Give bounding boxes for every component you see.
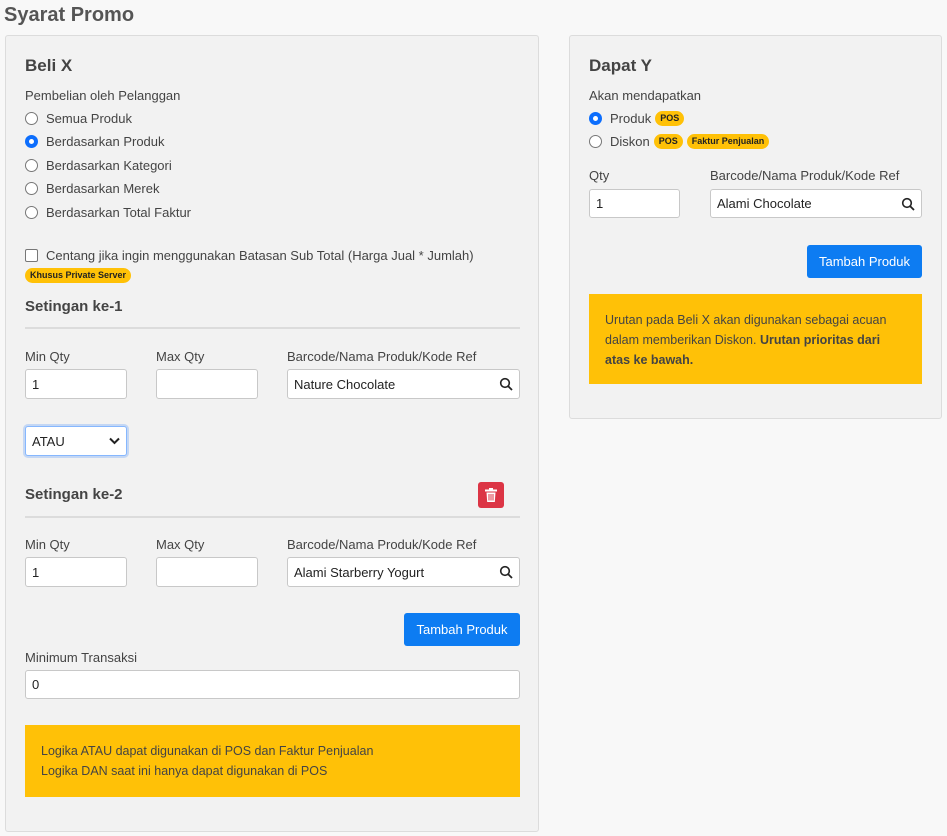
min-qty-input[interactable]: 1 bbox=[25, 557, 127, 587]
setting2-title: Setingan ke-2 bbox=[25, 486, 123, 503]
max-qty-input[interactable] bbox=[156, 557, 258, 587]
pos-badge: POS bbox=[655, 111, 685, 126]
radio-diskon[interactable]: Diskon POS Faktur Penjualan bbox=[589, 134, 770, 149]
logic-info-alert: Logika ATAU dapat digunakan di POS dan F… bbox=[25, 725, 520, 797]
alert-line: Logika ATAU dapat digunakan di POS dan F… bbox=[41, 744, 374, 758]
radio-circle[interactable] bbox=[25, 206, 38, 219]
subtotal-checkbox-label: Centang jika ingin menggunakan Batasan S… bbox=[46, 248, 474, 263]
qty-input[interactable]: 1 bbox=[589, 189, 680, 218]
add-product-button[interactable]: Tambah Produk bbox=[404, 613, 520, 646]
pos-badge: POS bbox=[653, 134, 683, 149]
radio-circle[interactable] bbox=[589, 135, 602, 148]
logic-select-value: ATAU bbox=[32, 433, 65, 449]
radio-circle[interactable] bbox=[25, 159, 38, 172]
private-server-badge: Khusus Private Server bbox=[25, 268, 132, 283]
divider bbox=[25, 327, 520, 329]
min-transaction-input[interactable]: 0 bbox=[25, 670, 520, 699]
radio-circle-checked[interactable] bbox=[25, 135, 38, 148]
radio-label: Berdasarkan Total Faktur bbox=[46, 205, 191, 220]
priority-info-alert: Urutan pada Beli X akan digunakan sebaga… bbox=[589, 294, 922, 384]
divider bbox=[25, 516, 520, 518]
product-search-input[interactable]: Alami Starberry Yogurt bbox=[287, 557, 520, 587]
min-qty-label: Min Qty bbox=[25, 349, 70, 364]
delete-setting-button[interactable] bbox=[478, 482, 504, 508]
product-search-value: Alami Starberry Yogurt bbox=[294, 564, 425, 580]
product-search-value: Alami Chocolate bbox=[717, 196, 812, 211]
alert-line: Logika DAN saat ini hanya dapat digunaka… bbox=[41, 764, 328, 778]
search-icon[interactable] bbox=[901, 197, 915, 211]
search-icon[interactable] bbox=[499, 565, 513, 579]
min-transaction-label: Minimum Transaksi bbox=[25, 650, 137, 665]
radio-berdasarkan-produk[interactable]: Berdasarkan Produk bbox=[25, 134, 165, 149]
setting1-title: Setingan ke-1 bbox=[25, 298, 123, 315]
min-qty-input[interactable]: 1 bbox=[25, 369, 127, 399]
qty-label: Qty bbox=[589, 168, 610, 183]
subtotal-checkbox-row[interactable]: Centang jika ingin menggunakan Batasan S… bbox=[25, 248, 474, 263]
add-product-button[interactable]: Tambah Produk bbox=[807, 245, 922, 278]
radio-circle-checked[interactable] bbox=[589, 112, 602, 125]
radio-semua-produk[interactable]: Semua Produk bbox=[25, 111, 132, 126]
receive-label: Akan mendapatkan bbox=[589, 88, 702, 103]
dapat-y-title: Dapat Y bbox=[589, 56, 652, 75]
radio-berdasarkan-merek[interactable]: Berdasarkan Merek bbox=[25, 181, 159, 196]
radio-produk[interactable]: Produk POS bbox=[589, 111, 685, 126]
radio-circle[interactable] bbox=[25, 182, 38, 195]
product-search-input[interactable]: Nature Chocolate bbox=[287, 369, 520, 399]
max-qty-input[interactable] bbox=[156, 369, 258, 399]
product-search-input[interactable]: Alami Chocolate bbox=[710, 189, 922, 218]
radio-label: Berdasarkan Produk bbox=[46, 134, 165, 149]
radio-circle[interactable] bbox=[25, 112, 38, 125]
radio-label: Produk bbox=[610, 111, 652, 126]
chevron-down-icon bbox=[109, 437, 120, 445]
logic-select[interactable]: ATAU bbox=[25, 426, 127, 456]
max-qty-label: Max Qty bbox=[156, 537, 205, 552]
page-title: Syarat Promo bbox=[4, 4, 135, 26]
trash-icon bbox=[485, 488, 497, 502]
radio-label: Diskon bbox=[610, 134, 650, 149]
product-label: Barcode/Nama Produk/Kode Ref bbox=[710, 168, 900, 183]
radio-label: Semua Produk bbox=[46, 111, 132, 126]
max-qty-label: Max Qty bbox=[156, 349, 205, 364]
radio-berdasarkan-total-faktur[interactable]: Berdasarkan Total Faktur bbox=[25, 205, 191, 220]
radio-berdasarkan-kategori[interactable]: Berdasarkan Kategori bbox=[25, 158, 172, 173]
purchase-label: Pembelian oleh Pelanggan bbox=[25, 88, 181, 103]
search-icon[interactable] bbox=[499, 377, 513, 391]
radio-label: Berdasarkan Kategori bbox=[46, 158, 172, 173]
radio-label: Berdasarkan Merek bbox=[46, 181, 160, 196]
product-search-value: Nature Chocolate bbox=[294, 376, 396, 392]
min-qty-label: Min Qty bbox=[25, 537, 70, 552]
product-label: Barcode/Nama Produk/Kode Ref bbox=[287, 349, 477, 364]
subtotal-checkbox[interactable] bbox=[25, 249, 38, 262]
dapat-y-card: Dapat Y Akan mendapatkan Produk POS Disk… bbox=[569, 35, 942, 419]
faktur-badge: Faktur Penjualan bbox=[686, 134, 770, 149]
beli-x-card: Beli X Pembelian oleh Pelanggan Semua Pr… bbox=[5, 35, 539, 832]
product-label: Barcode/Nama Produk/Kode Ref bbox=[287, 537, 477, 552]
beli-x-title: Beli X bbox=[25, 56, 73, 75]
